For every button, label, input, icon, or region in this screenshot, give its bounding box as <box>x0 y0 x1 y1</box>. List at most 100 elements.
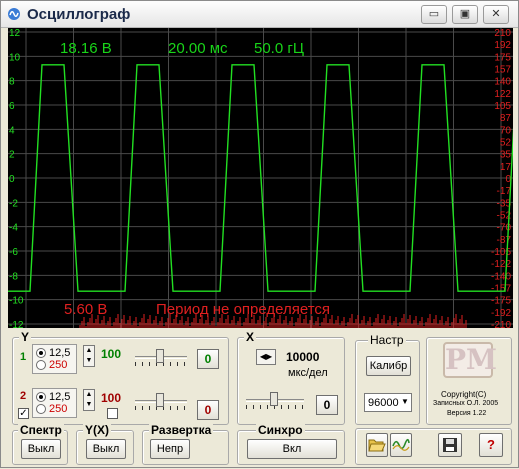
ch1-number: 1 <box>20 351 27 363</box>
minimize-button[interactable]: ▭ <box>421 5 447 24</box>
right-scale-label: -17 <box>497 186 512 197</box>
ch1-gain-spinner[interactable]: ▲ ▼ <box>83 345 95 367</box>
left-scale-label: -4 <box>9 223 18 234</box>
right-scale-label: -122 <box>491 259 511 270</box>
yx-group-label: Y(X) <box>83 423 111 437</box>
ch2-invert-checkbox[interactable] <box>107 408 118 419</box>
ch2-range-250-radio[interactable] <box>36 404 46 414</box>
left-scale-label: 2 <box>9 150 15 161</box>
ch2-enable-checkbox[interactable]: ✓ <box>18 408 29 419</box>
right-scale-label: 175 <box>494 52 511 63</box>
time-readout: 20.00 мс <box>168 40 228 57</box>
ch1-zero-button[interactable]: 0 <box>197 349 219 369</box>
spectrum-group-label: Спектр <box>18 423 64 437</box>
right-scale-label: -105 <box>491 247 511 258</box>
author-text: Записных О.Л. 2005 <box>433 400 499 407</box>
folder-open-icon <box>368 439 386 452</box>
yx-toggle-button[interactable]: Выкл <box>86 439 126 459</box>
oscilloscope-window: Осциллограф ▭ ▣ ✕ 12 10 8 6 4 2 0 -2 -4 -6 -8 -10 -1… <box>0 0 519 468</box>
ch1-range-250-radio[interactable] <box>36 360 46 370</box>
x-zero-button[interactable]: 0 <box>316 395 338 415</box>
left-scale-label: -10 <box>9 296 24 307</box>
ch2-zero-button[interactable]: 0 <box>197 400 219 420</box>
bottom-voltage-readout: 5.60 В <box>64 301 108 318</box>
x-scale-unit: мкс/дел <box>288 367 328 379</box>
oscilloscope-display: 12 10 8 6 4 2 0 -2 -4 -6 -8 -10 -12 210 192 175 157 140 12… <box>8 28 513 328</box>
right-scale-label: 52 <box>500 138 512 149</box>
right-scale-label: -140 <box>491 271 511 282</box>
sweep-group-label: Развертка <box>149 423 214 437</box>
ch2-slider-thumb[interactable] <box>156 393 164 407</box>
sweep-mode-button[interactable]: Непр <box>150 439 190 459</box>
version-text: Версия 1.22 <box>447 410 487 417</box>
right-scale-label: 70 <box>500 125 512 136</box>
copyright-text: Copyright(C) <box>441 390 487 399</box>
left-scale-label: 0 <box>9 174 15 185</box>
right-scale-label: -175 <box>491 296 511 307</box>
y-group-label: Y <box>19 330 32 344</box>
x-slider-thumb[interactable] <box>270 392 278 406</box>
waveform-button[interactable] <box>390 433 412 457</box>
ch2-range-12-5-radio[interactable] <box>36 392 46 402</box>
right-scale-label: -157 <box>491 284 511 295</box>
settings-group: Настр Калибр 96000 ▼ <box>355 334 420 425</box>
ch2-gain-spinner[interactable]: ▲ ▼ <box>83 389 95 411</box>
save-button[interactable] <box>438 433 462 457</box>
right-scale-label: 140 <box>494 77 511 88</box>
ch2-number: 2 <box>20 390 27 402</box>
left-scale-label: -6 <box>9 247 18 258</box>
window-title: Осциллограф <box>27 6 131 23</box>
right-scale-label: 17 <box>500 162 512 173</box>
wave-icon <box>392 438 410 451</box>
x-scale-value: 10000 <box>286 350 320 364</box>
frequency-readout: 50.0 гЦ <box>254 40 304 57</box>
settings-group-label: Настр <box>368 333 406 347</box>
left-scale-label: 10 <box>9 52 21 63</box>
spectrum-toggle-button[interactable]: Выкл <box>21 439 61 459</box>
ch1-range-12-5-label: 12,5 <box>49 347 71 359</box>
sync-group-label: Синхро <box>256 423 305 437</box>
tools-group: ? <box>355 428 512 465</box>
right-scale-label: -87 <box>497 235 512 246</box>
control-panel: Y 1 12,5 250 ▲ ▼ 100 0 2 ✓ 12,5 250 ▲ ▼ 10… <box>1 328 518 469</box>
x-group: X ◀▶ 10000 мкс/дел 0 <box>237 331 345 425</box>
x-scale-spinner[interactable]: ◀▶ <box>256 349 276 365</box>
sync-toggle-button[interactable]: Вкл <box>247 439 337 459</box>
sweep-group: Развертка Непр <box>142 424 229 465</box>
right-scale-label: 105 <box>494 101 511 112</box>
sample-rate-value: 96000 <box>368 397 399 409</box>
close-button[interactable]: ✕ <box>483 5 509 24</box>
left-scale-label: 12 <box>9 28 21 39</box>
x-group-label: X <box>244 330 257 344</box>
titlebar: Осциллограф ▭ ▣ ✕ <box>1 1 518 28</box>
help-button[interactable]: ? <box>479 433 503 457</box>
right-scale-label: 122 <box>494 89 511 100</box>
y-group: Y 1 12,5 250 ▲ ▼ 100 0 2 ✓ 12,5 250 ▲ ▼ 10… <box>12 331 229 425</box>
left-scale-label: -12 <box>9 320 24 328</box>
logo-mark: PM <box>443 342 498 378</box>
logo-panel: PM Copyright(C) Записных О.Л. 2005 Верси… <box>426 337 512 425</box>
left-scale-label: 8 <box>9 77 15 88</box>
calibrate-button[interactable]: Калибр <box>366 356 411 376</box>
voltage-readout: 18.16 В <box>60 40 112 57</box>
maximize-button[interactable]: ▣ <box>452 5 478 24</box>
left-scale-label: 4 <box>9 125 15 136</box>
chevron-down-icon: ▼ <box>401 397 409 406</box>
ch1-range-12-5-radio[interactable] <box>36 348 46 358</box>
open-file-button[interactable] <box>366 433 388 457</box>
ch2-range-12-5-label: 12,5 <box>49 391 71 403</box>
ch1-gain-value: 100 <box>101 347 122 361</box>
floppy-icon <box>443 438 457 452</box>
right-scale-label: 87 <box>500 113 512 124</box>
yx-group: Y(X) Выкл <box>76 424 134 465</box>
sample-rate-select[interactable]: 96000 ▼ <box>364 393 412 412</box>
left-scale-label: 6 <box>9 101 15 112</box>
left-scale-label: -8 <box>9 271 18 282</box>
ch1-range-250-label: 250 <box>49 359 68 371</box>
ch1-slider-thumb[interactable] <box>156 349 164 363</box>
right-scale-label: 157 <box>494 65 511 76</box>
ch2-gain-value: 100 <box>101 391 122 405</box>
sync-group: Синхро Вкл <box>237 424 345 465</box>
right-scale-label: 35 <box>500 150 512 161</box>
right-scale-label: 210 <box>494 28 511 39</box>
